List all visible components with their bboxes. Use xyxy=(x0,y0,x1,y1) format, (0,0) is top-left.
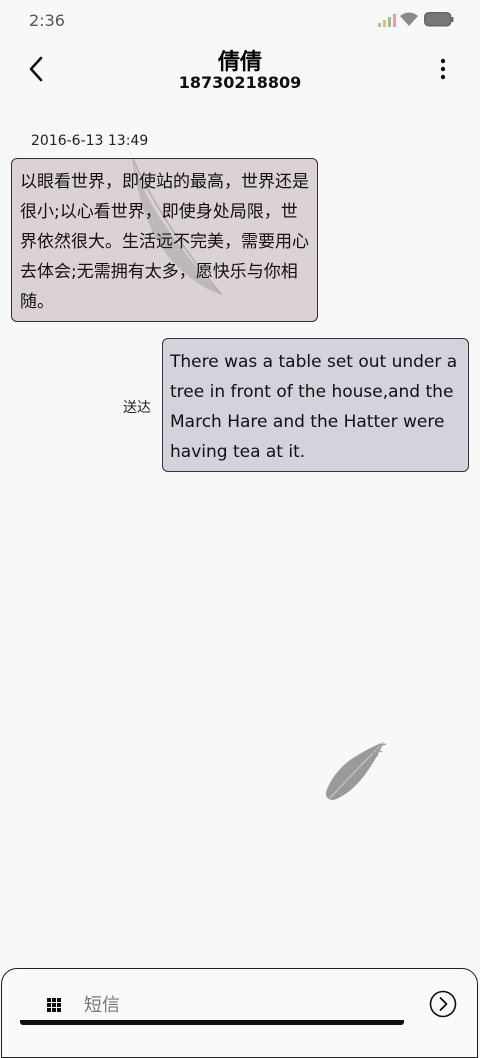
contact-number: 18730218809 xyxy=(178,73,302,92)
conversation-header: 倩倩 18730218809 xyxy=(0,40,480,100)
apps-grid-button[interactable] xyxy=(38,989,70,1021)
contact-name: 倩倩 xyxy=(217,50,262,75)
battery-icon xyxy=(424,12,454,27)
message-timestamp: 2016-6-13 13:49 xyxy=(31,133,149,149)
input-underline xyxy=(20,1020,404,1025)
delivery-status: 送达 xyxy=(123,400,151,416)
received-message-bubble[interactable]: 以眼看世界，即使站的最高，世界还是很小;以心看世界，即使身处局限，世界依然很大。… xyxy=(11,158,318,322)
sent-message-bubble[interactable]: There was a table set out under a tree i… xyxy=(162,338,469,472)
more-options-button[interactable] xyxy=(428,54,458,84)
feather-icon xyxy=(325,741,387,800)
sent-message-text: There was a table set out under a tree i… xyxy=(170,352,458,462)
signal-icon xyxy=(378,14,396,27)
more-vertical-icon xyxy=(440,58,446,80)
status-bar: 2:36 xyxy=(0,0,480,40)
received-message-text: 以眼看世界，即使站的最高，世界还是很小;以心看世界，即使身处局限，世界依然很大。… xyxy=(20,172,309,312)
compose-bar xyxy=(1,968,478,1058)
send-button[interactable] xyxy=(429,990,457,1018)
message-input[interactable] xyxy=(84,989,414,1021)
wifi-icon xyxy=(400,12,418,26)
status-time: 2:36 xyxy=(29,11,65,30)
grid-icon xyxy=(47,998,61,1012)
